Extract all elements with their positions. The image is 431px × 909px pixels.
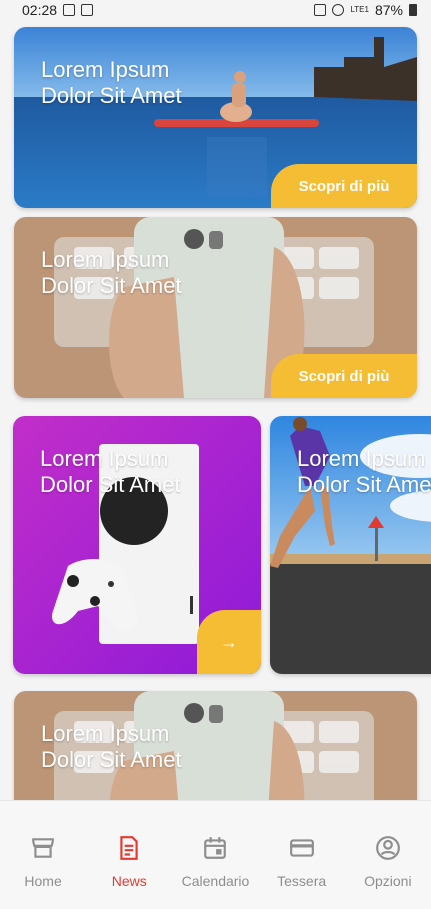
nav-label: Calendario [181,873,250,889]
alarm-icon [314,4,327,16]
news-card[interactable]: Lorem Ipsum Dolor Sit Amet → [13,416,261,674]
news-feed[interactable]: Lorem Ipsum Dolor Sit Amet Scopri di più… [0,0,431,800]
nav-item-card[interactable]: Tessera [259,801,345,889]
nav-label: Tessera [277,873,327,889]
nav-label: Opzioni [364,873,412,889]
image-icon [63,4,76,16]
news-card[interactable]: Lorem Ipsum Dolor Sit Amet Scopri di più [14,27,417,208]
discover-more-button[interactable]: Scopri di più [271,354,417,398]
card-title: Lorem Ipsum Dolor Sit Amet [297,446,431,497]
discover-more-button[interactable]: Scopri di più [271,164,417,208]
card-title: Lorem Ipsum Dolor Sit Amet [41,721,182,772]
wifi-icon [332,4,345,16]
news-icon [120,836,138,860]
nav-item-calendar[interactable]: Calendario [172,801,258,889]
status-bar: 02:28 LTE1 87% [0,0,431,20]
nav-label: News [111,873,147,889]
notification-icon [81,4,94,16]
news-card[interactable]: Lorem Ipsum Dolor Sit Amet [270,416,431,674]
status-time: 02:28 [22,2,58,18]
battery-level: 87% [374,2,403,18]
nav-item-news[interactable]: News [86,801,172,889]
account-icon [375,836,400,860]
nav-item-options[interactable]: Opzioni [345,801,431,889]
calendar-icon [204,837,227,859]
card-icon [289,839,314,857]
network-label: LTE1 [350,5,369,14]
news-card[interactable]: Lorem Ipsum Dolor Sit Amet Scopri di più [14,217,417,398]
nav-item-home[interactable]: Home [0,801,86,889]
card-title: Lorem Ipsum Dolor Sit Amet [41,57,182,108]
arrow-button[interactable]: → [197,610,261,674]
card-title: Lorem Ipsum Dolor Sit Amet [41,247,182,298]
battery-icon [409,4,417,16]
store-icon [32,838,54,858]
bottom-navigation: Home News Calendario Tessera Opzioni [0,800,431,909]
nav-label: Home [24,873,62,889]
card-title: Lorem Ipsum Dolor Sit Amet [40,446,181,497]
news-card[interactable]: Lorem Ipsum Dolor Sit Amet [14,691,417,800]
